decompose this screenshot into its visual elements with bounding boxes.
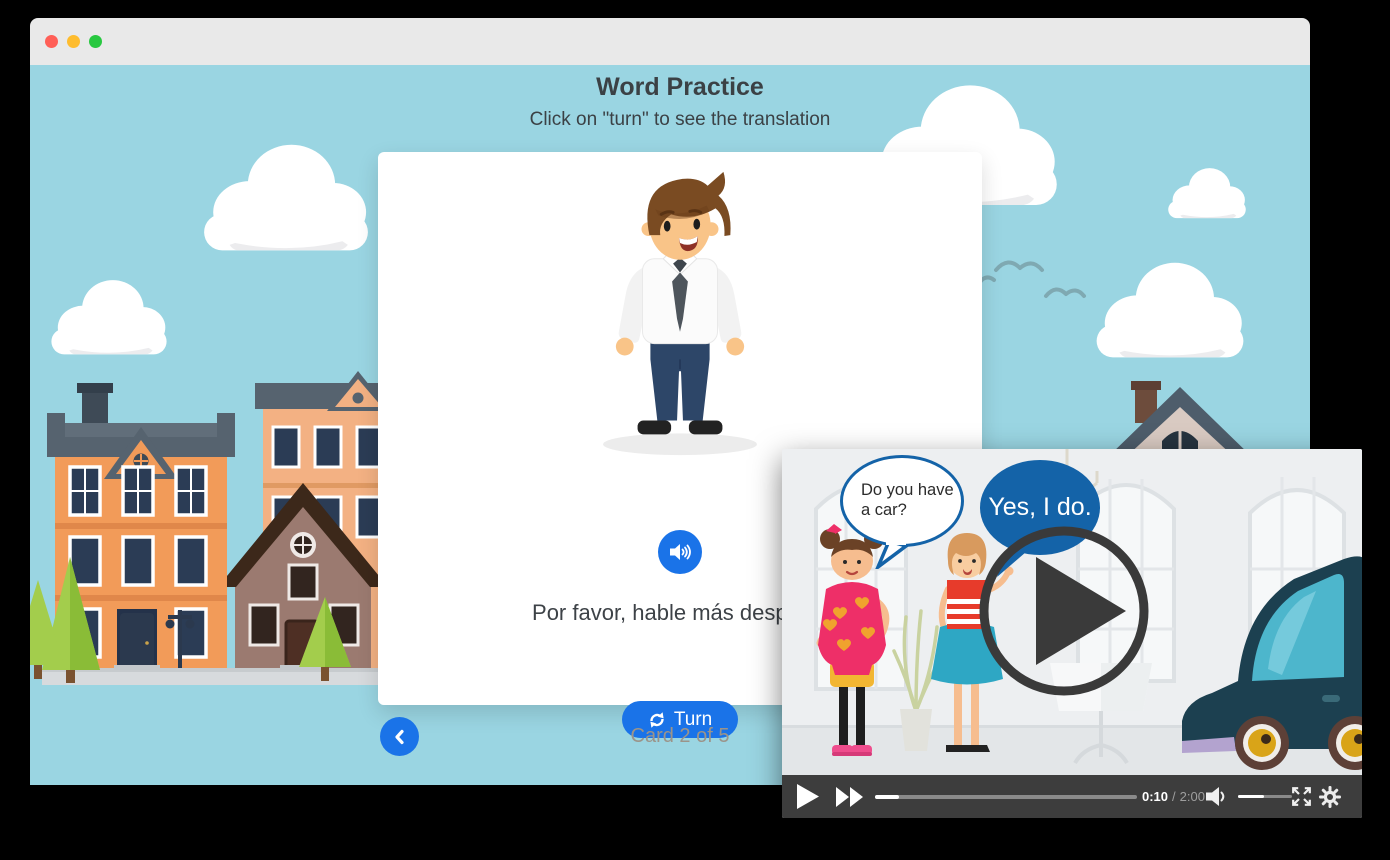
speech-bubble-left-tail — [874, 539, 908, 569]
cloud-illustration — [45, 270, 173, 358]
cloud-illustration — [1088, 253, 1252, 359]
gear-icon — [1318, 785, 1342, 809]
minimize-window-button[interactable] — [67, 35, 80, 48]
cloud-illustration — [195, 123, 377, 263]
video-progress-fill — [875, 795, 899, 799]
fast-forward-button[interactable] — [836, 775, 864, 818]
video-scene[interactable]: Do you have a car? Yes, I do. — [782, 449, 1362, 775]
volume-fill — [1238, 795, 1264, 799]
volume-button[interactable] — [1205, 775, 1229, 818]
cloud-illustration — [1163, 163, 1251, 219]
window-titlebar — [30, 18, 1310, 65]
fast-forward-icon — [836, 787, 864, 807]
time-separator: / — [1172, 789, 1176, 804]
video-time-display: 0:10 / 2:00 — [1142, 775, 1205, 818]
birds-icon — [980, 248, 1110, 308]
cartoon-man-illustration — [595, 166, 765, 462]
settings-button[interactable] — [1318, 775, 1342, 818]
play-icon — [796, 783, 820, 810]
current-time: 0:10 — [1142, 789, 1168, 804]
speaker-icon — [668, 541, 692, 563]
duration: 2:00 — [1180, 789, 1205, 804]
speech-bubble-left-text: Do you have a car? — [861, 481, 961, 521]
desktop-background: Word Practice Click on "turn" to see the… — [0, 0, 1390, 860]
video-player: Do you have a car? Yes, I do. — [782, 449, 1362, 818]
page-subtitle: Click on "turn" to see the translation — [278, 109, 1082, 131]
volume-slider[interactable] — [1238, 795, 1292, 799]
audio-button[interactable] — [658, 530, 702, 574]
speech-bubble-left: Do you have a car? — [840, 455, 964, 547]
video-progress-bar[interactable] — [875, 795, 1137, 799]
fullscreen-icon — [1291, 786, 1312, 807]
zoom-window-button[interactable] — [89, 35, 102, 48]
fullscreen-button[interactable] — [1291, 775, 1312, 818]
play-button[interactable] — [796, 775, 820, 818]
play-circle-icon[interactable] — [978, 525, 1150, 697]
speech-bubble-right-text: Yes, I do. — [988, 493, 1091, 522]
close-window-button[interactable] — [45, 35, 58, 48]
volume-icon — [1205, 786, 1229, 807]
page-title: Word Practice — [378, 73, 982, 102]
video-controls: 0:10 / 2:00 — [782, 775, 1362, 818]
